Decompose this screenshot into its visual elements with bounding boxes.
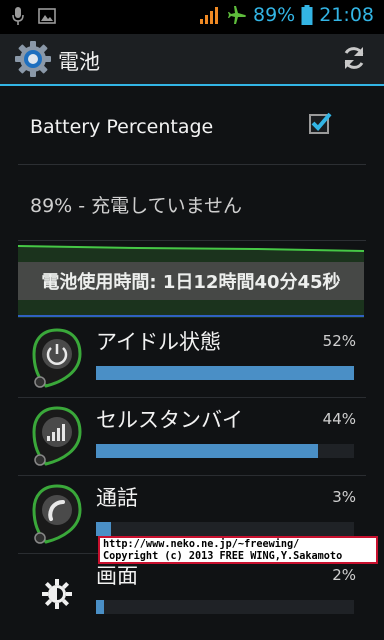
battery-percentage-label: Battery Percentage: [30, 116, 214, 138]
image-notification-icon: [38, 8, 56, 24]
usage-bar-fill: [96, 366, 354, 380]
usage-percent: 2%: [332, 566, 356, 584]
battery-level-text: 89%: [253, 4, 296, 26]
usage-bar-fill: [96, 522, 112, 536]
airplane-mode-icon: [228, 6, 246, 24]
action-bar: 電池: [0, 34, 384, 86]
usage-bar-fill: [96, 600, 104, 614]
usage-label: 画面: [96, 564, 138, 588]
refresh-icon[interactable]: [340, 44, 368, 72]
usage-percent: 52%: [322, 332, 356, 350]
usage-label: 通話: [96, 486, 138, 510]
usage-percent: 3%: [332, 488, 356, 506]
usage-item-screen[interactable]: 画面 2%: [0, 554, 384, 632]
page-title: 電池: [58, 50, 100, 74]
idle-power-icon: [32, 328, 82, 388]
screen-brightness-icon: [42, 579, 72, 609]
usage-bar: [96, 600, 354, 614]
settings-gear-icon[interactable]: [14, 40, 52, 78]
copyright-overlay: http://www.neko.ne.jp/~freewing/ Copyrig…: [98, 536, 378, 564]
usage-item-idle[interactable]: アイドル状態 52%: [0, 320, 384, 398]
usage-bar: [96, 366, 354, 380]
usage-item-cell-standby[interactable]: セルスタンバイ 44%: [0, 398, 384, 476]
cell-standby-icon: [32, 406, 82, 466]
usage-label: セルスタンバイ: [96, 408, 243, 432]
usage-bar: [96, 444, 354, 458]
copyright-url: http://www.neko.ne.jp/~freewing/: [103, 539, 300, 550]
usage-bar-fill: [96, 444, 318, 458]
usage-percent: 44%: [322, 410, 356, 428]
battery-icon: [301, 5, 313, 25]
status-bar: 89% 21:08: [0, 0, 384, 34]
battery-usage-time: 電池使用時間: 1日12時間40分45秒: [18, 262, 364, 300]
microphone-icon: [12, 7, 24, 25]
usage-bar: [96, 522, 354, 536]
divider: [18, 240, 366, 241]
divider: [18, 164, 366, 165]
checkmark-icon: [311, 112, 332, 131]
usage-label: アイドル状態: [96, 330, 221, 354]
clock: 21:08: [319, 4, 374, 26]
battery-percentage-checkbox[interactable]: [309, 112, 332, 134]
charge-status-text: 89% - 充電していません: [30, 195, 243, 217]
signal-strength-icon: [200, 7, 218, 24]
copyright-notice: Copyright (c) 2013 FREE WING,Y.Sakamoto: [103, 551, 343, 562]
phone-call-icon: [32, 484, 82, 544]
charging-bar: [18, 315, 364, 317]
